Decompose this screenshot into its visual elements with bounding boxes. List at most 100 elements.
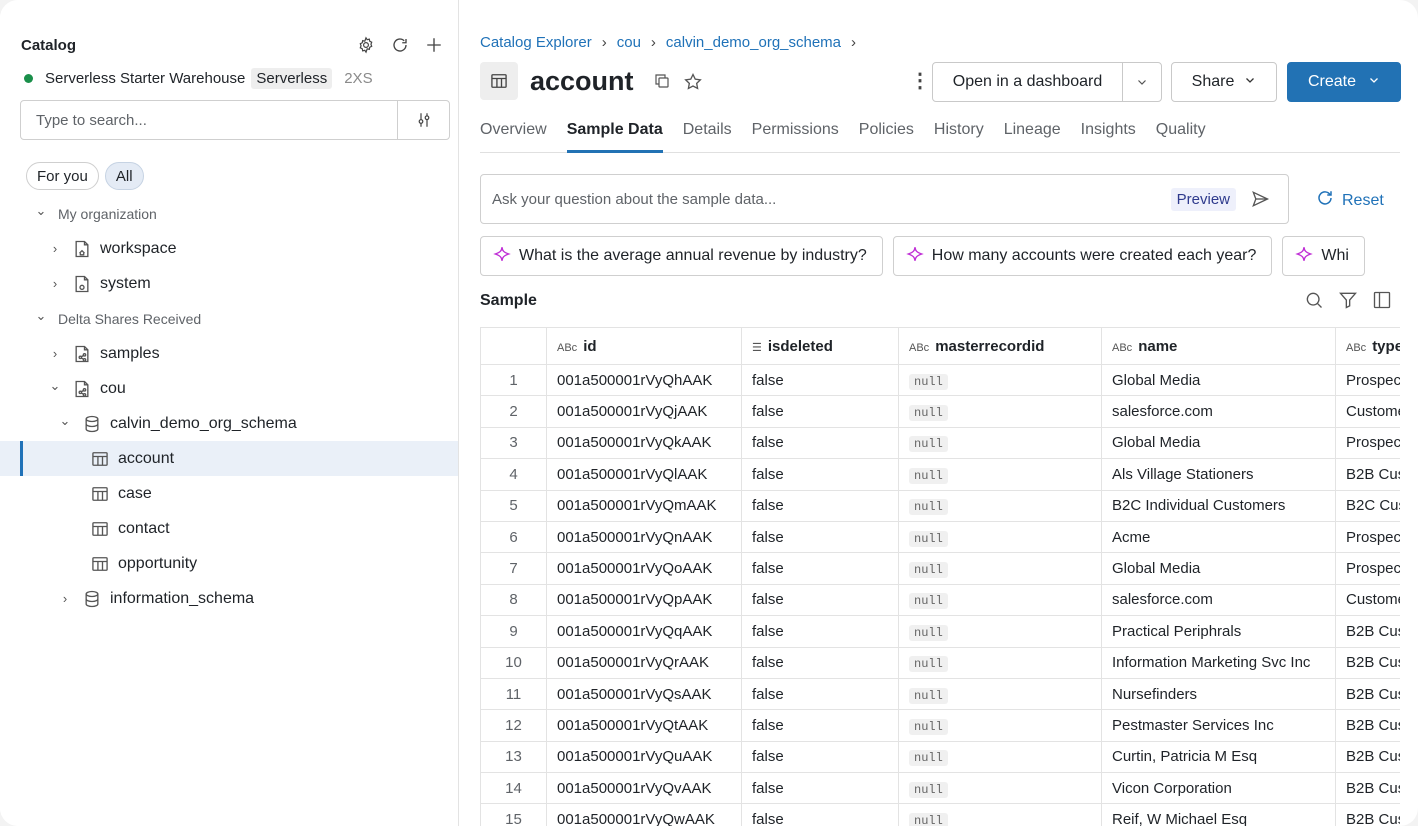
tree-item-samples[interactable]: › samples [0, 336, 458, 371]
table-row[interactable]: 13 001a500001rVyQuAAK false null Curtin, Pat… [480, 740, 1400, 774]
tree-item-label: information_schema [110, 589, 255, 607]
tab-lineage[interactable]: Lineage [1004, 112, 1061, 153]
table-row[interactable]: 3 001a500001rVyQkAAK false null Global Media… [480, 426, 1400, 460]
tab-history[interactable]: History [934, 112, 984, 153]
tab-sample-data[interactable]: Sample Data [566, 112, 663, 153]
row-number-header [480, 327, 547, 365]
null-badge: null [909, 436, 948, 453]
tree-item-opportunity[interactable]: opportunity [0, 546, 458, 581]
column-header-label: masterrecordid [935, 337, 1045, 355]
reset-button[interactable]: Reset [1316, 189, 1384, 212]
table-row[interactable]: 5 001a500001rVyQmAAK false null B2C Individu… [480, 489, 1400, 522]
column-header-masterrecordid[interactable]: ABc masterrecordid [898, 327, 1102, 365]
more-options-icon[interactable]: ⋮ [910, 68, 930, 93]
tree-item-contact[interactable]: contact [0, 511, 458, 546]
reset-label: Reset [1342, 191, 1384, 209]
table-cell: Acme [1101, 520, 1336, 554]
tree-item-calvin-demo-org-schema[interactable]: ⌄ calvin_demo_org_schema [0, 406, 458, 441]
table-row[interactable]: 2 001a500001rVyQjAAK false null salesforce.c… [480, 395, 1400, 428]
column-header-id[interactable]: ABc id [546, 327, 742, 365]
chevron-right-icon[interactable]: › [58, 591, 72, 606]
suggested-question-chip[interactable]: How many accounts were created each year… [892, 236, 1273, 276]
tab-permissions[interactable]: Permissions [752, 112, 839, 153]
table-row[interactable]: 14 001a500001rVyQvAAK false null Vicon Corpo… [480, 772, 1400, 805]
table-cell: false [741, 740, 899, 774]
column-header-label: id [583, 337, 597, 355]
filter-icon[interactable] [1338, 290, 1358, 315]
ask-input[interactable] [481, 190, 1171, 208]
null-badge: null [909, 530, 948, 547]
tab-policies[interactable]: Policies [859, 112, 914, 153]
share-label: Share [1191, 73, 1235, 90]
chevron-down-icon[interactable] [1123, 76, 1161, 88]
create-label: Create [1307, 73, 1357, 90]
add-icon[interactable] [423, 34, 445, 56]
chevron-down-icon[interactable]: ⌄ [48, 378, 62, 394]
chevron-right-icon[interactable]: › [48, 346, 62, 361]
table-cell: false [741, 552, 899, 585]
tab-details[interactable]: Details [683, 112, 732, 153]
table-row[interactable]: 11 001a500001rVyQsAAK false null Nursefinder… [480, 677, 1400, 711]
table-icon [90, 484, 110, 504]
tab-overview[interactable]: Overview [480, 112, 547, 153]
share-button[interactable]: Share [1171, 62, 1277, 102]
panel-icon[interactable] [1372, 290, 1392, 315]
table-row[interactable]: 9 001a500001rVyQqAAK false null Practical Pe… [480, 615, 1400, 648]
create-button[interactable]: Create [1287, 62, 1401, 102]
tab-quality[interactable]: Quality [1156, 112, 1206, 153]
chevron-right-icon[interactable]: › [48, 276, 62, 291]
breadcrumb-catalog-explorer[interactable]: Catalog Explorer [480, 34, 592, 51]
open-dashboard-label: Open in a dashboard [933, 63, 1123, 101]
table-cell: 001a500001rVyQqAAK [546, 615, 742, 648]
table-row[interactable]: 8 001a500001rVyQpAAK false null salesforce.c… [480, 583, 1400, 617]
table-cell: null [898, 803, 1102, 826]
table-row[interactable]: 1 001a500001rVyQhAAK false null Global Media… [480, 363, 1400, 397]
tree-item-case[interactable]: case [0, 476, 458, 511]
catalog-search-input[interactable] [21, 101, 397, 139]
open-dashboard-button[interactable]: Open in a dashboard [932, 62, 1162, 102]
chevron-down-icon[interactable]: ⌄ [34, 308, 48, 324]
tab-insights[interactable]: Insights [1081, 112, 1136, 153]
ask-box: Preview [480, 174, 1289, 224]
table-cell: B2B Customer [1335, 615, 1400, 648]
tree-item-account[interactable]: account [0, 441, 458, 476]
filter-settings-icon[interactable] [397, 101, 449, 139]
warehouse-selector[interactable]: Serverless Starter Warehouse Serverless … [24, 66, 373, 90]
table-row[interactable]: 4 001a500001rVyQlAAK false null Als Village … [480, 458, 1400, 491]
row-number: 5 [480, 489, 547, 522]
tree-item-label: contact [118, 519, 170, 537]
search-icon[interactable] [1304, 290, 1324, 315]
copy-icon[interactable] [653, 72, 671, 97]
send-icon[interactable] [1250, 189, 1270, 209]
tree-item-cou[interactable]: ⌄ cou [0, 371, 458, 406]
breadcrumb-cou[interactable]: cou [617, 34, 641, 51]
suggested-question-chip[interactable]: Whi [1282, 236, 1365, 276]
chevron-right-icon[interactable]: › [48, 241, 62, 256]
breadcrumb-separator: › [851, 34, 857, 51]
star-icon[interactable] [683, 72, 703, 97]
table-row[interactable]: 6 001a500001rVyQnAAK false null Acme Prospect [480, 520, 1400, 554]
table-row[interactable]: 15 001a500001rVyQwAAK false null Reif, W Mic… [480, 803, 1400, 826]
table-row[interactable]: 10 001a500001rVyQrAAK false null Information… [480, 646, 1400, 679]
refresh-icon[interactable] [389, 34, 411, 56]
column-header-name[interactable]: ABc name [1101, 327, 1336, 365]
suggested-questions: What is the average annual revenue by in… [480, 236, 1400, 276]
filter-for-you[interactable]: For you [26, 162, 99, 190]
tree-item-label: workspace [100, 239, 177, 257]
tree-item-workspace[interactable]: › workspace [0, 231, 458, 266]
table-row[interactable]: 12 001a500001rVyQtAAK false null Pestmaster … [480, 709, 1400, 742]
tree-section[interactable]: ⌄ Delta Shares Received [0, 301, 458, 336]
table-row[interactable]: 7 001a500001rVyQoAAK false null Global Media… [480, 552, 1400, 585]
table-cell: 001a500001rVyQuAAK [546, 740, 742, 774]
column-header-isdeleted[interactable]: ☰ isdeleted [741, 327, 899, 365]
column-header-type[interactable]: ABc type [1335, 327, 1400, 365]
suggested-question-chip[interactable]: What is the average annual revenue by in… [480, 236, 883, 276]
filter-all[interactable]: All [104, 162, 144, 190]
chevron-down-icon[interactable]: ⌄ [58, 413, 72, 429]
tree-item-information-schema[interactable]: › information_schema [0, 581, 458, 616]
gear-icon[interactable] [355, 34, 377, 56]
tree-section[interactable]: ⌄ My organization [0, 196, 458, 231]
tree-item-system[interactable]: › system [0, 266, 458, 301]
breadcrumb-schema[interactable]: calvin_demo_org_schema [666, 34, 841, 51]
chevron-down-icon[interactable]: ⌄ [34, 203, 48, 219]
